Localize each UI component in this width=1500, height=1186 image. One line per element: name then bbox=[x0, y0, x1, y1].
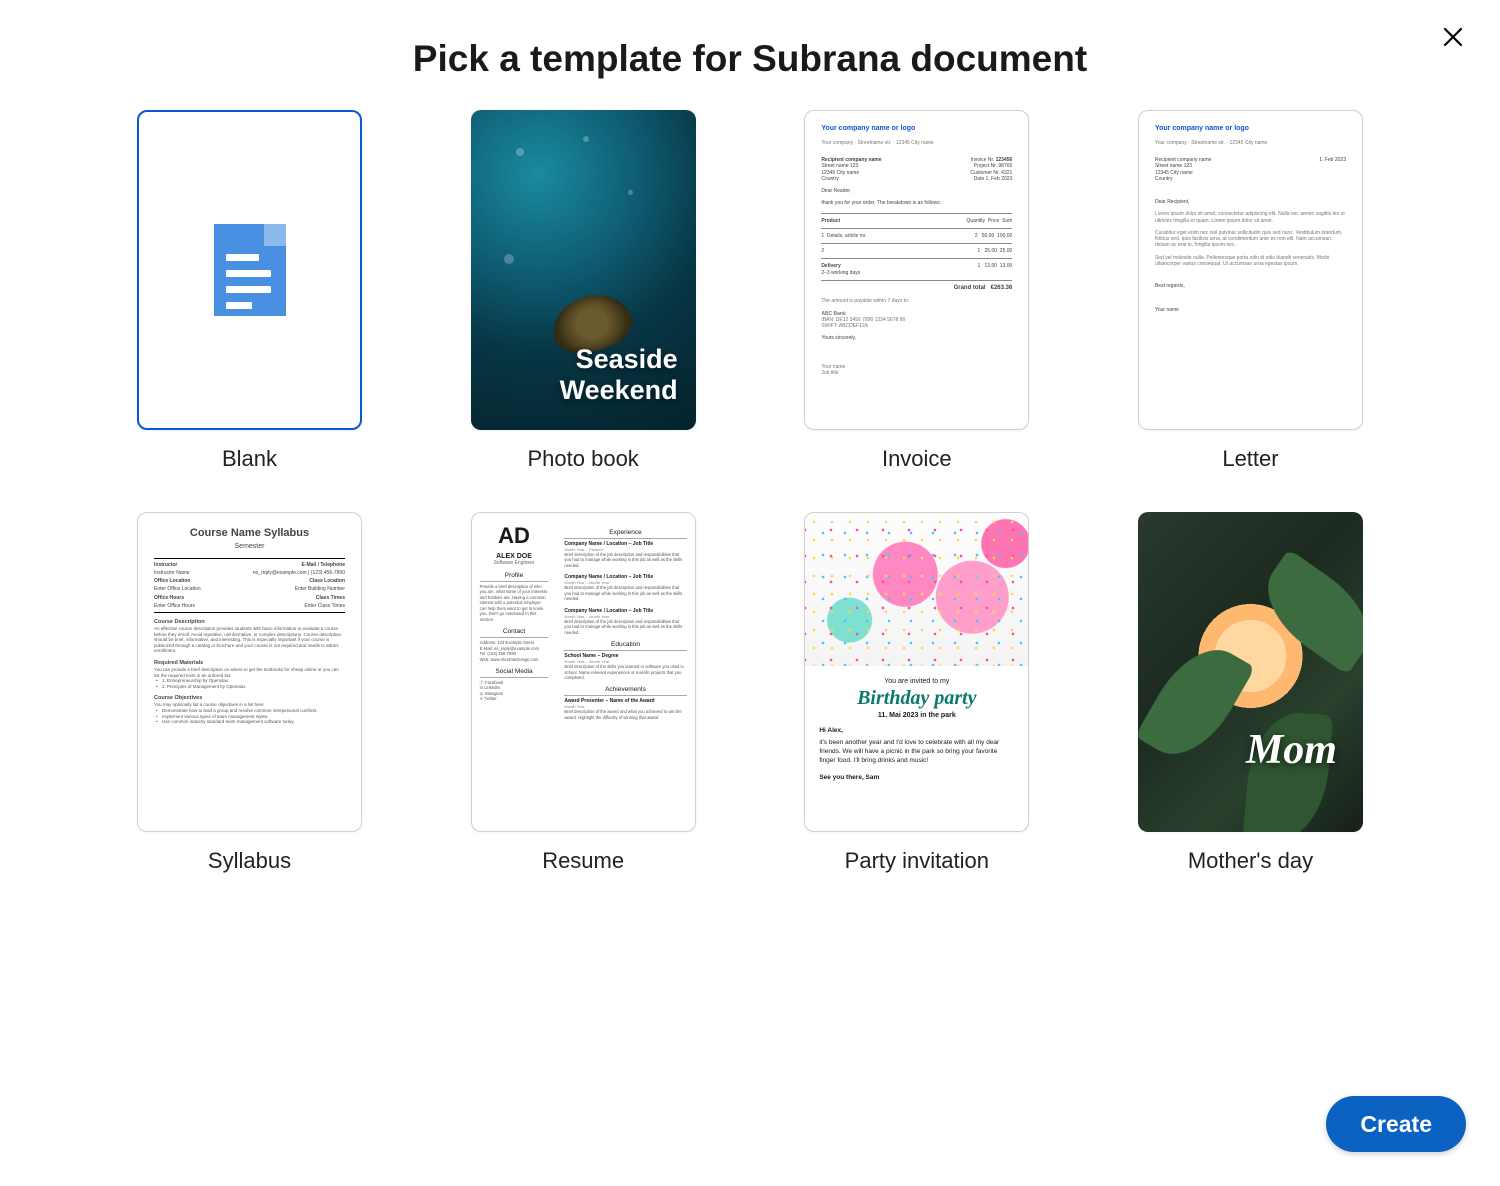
template-party-invitation[interactable]: You are invited to my Birthday party 11.… bbox=[804, 512, 1029, 874]
dialog-title: Pick a template for Subrana document bbox=[137, 38, 1363, 80]
template-syllabus[interactable]: Course Name Syllabus Semester Instructor… bbox=[137, 512, 362, 874]
close-button[interactable] bbox=[1433, 18, 1473, 58]
party-donuts-image bbox=[805, 513, 1028, 666]
photobook-overlay: Seaside Weekend bbox=[471, 344, 696, 430]
template-grid: Blank Seaside Weekend Photo book Your co… bbox=[137, 110, 1363, 874]
close-icon bbox=[1441, 25, 1465, 52]
template-label: Party invitation bbox=[845, 848, 989, 874]
template-card: Mom bbox=[1138, 512, 1363, 832]
template-card: Seaside Weekend bbox=[471, 110, 696, 430]
template-resume[interactable]: AD ALEX DOE Software Engineer Profile Pr… bbox=[471, 512, 696, 874]
template-mothers-day[interactable]: Mom Mother's day bbox=[1138, 512, 1363, 874]
template-letter[interactable]: Your company name or logo Your company ·… bbox=[1138, 110, 1363, 472]
template-card: Your company name or logo Your company ·… bbox=[804, 110, 1029, 430]
template-blank[interactable]: Blank bbox=[137, 110, 362, 472]
template-card: Course Name Syllabus Semester Instructor… bbox=[137, 512, 362, 832]
template-card bbox=[137, 110, 362, 430]
template-card: You are invited to my Birthday party 11.… bbox=[804, 512, 1029, 832]
template-label: Mother's day bbox=[1188, 848, 1313, 874]
template-invoice[interactable]: Your company name or logo Your company ·… bbox=[804, 110, 1029, 472]
template-label: Syllabus bbox=[208, 848, 291, 874]
template-label: Blank bbox=[222, 446, 277, 472]
template-label: Invoice bbox=[882, 446, 952, 472]
template-card: AD ALEX DOE Software Engineer Profile Pr… bbox=[471, 512, 696, 832]
create-button[interactable]: Create bbox=[1326, 1096, 1466, 1152]
document-icon bbox=[214, 224, 286, 316]
template-label: Letter bbox=[1222, 446, 1278, 472]
template-card: Your company name or logo Your company ·… bbox=[1138, 110, 1363, 430]
template-label: Resume bbox=[542, 848, 624, 874]
mom-overlay: Mom bbox=[1246, 726, 1337, 774]
template-photo-book[interactable]: Seaside Weekend Photo book bbox=[471, 110, 696, 472]
template-label: Photo book bbox=[528, 446, 639, 472]
